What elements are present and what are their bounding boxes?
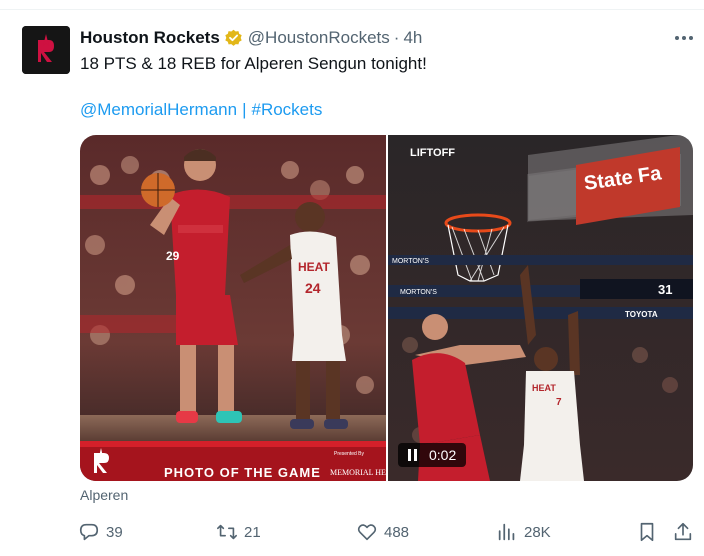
tweet-header: Houston Rockets @HoustonRockets · 4h <box>80 26 422 50</box>
video-duration: 0:02 <box>429 447 456 463</box>
views-icon <box>498 523 515 541</box>
reply-count: 39 <box>106 523 123 541</box>
retweet-icon <box>217 524 237 540</box>
media-caption: Alperen <box>80 487 129 503</box>
views-button[interactable]: 28K <box>496 520 551 544</box>
rockets-logo-icon <box>22 26 70 74</box>
like-count: 488 <box>384 523 410 541</box>
bookmark-icon <box>640 522 654 542</box>
author-handle[interactable]: @HoustonRockets <box>248 28 390 48</box>
tag-separator: | <box>242 100 247 119</box>
retweet-count: 21 <box>244 523 261 541</box>
share-icon <box>674 522 692 541</box>
video-timer[interactable]: 0:02 <box>398 443 466 467</box>
verified-badge-icon[interactable] <box>224 29 243 48</box>
tweet-text: 18 PTS & 18 REB for Alperen Sengun tonig… <box>80 54 427 73</box>
scoreboard-number: 31 <box>658 282 672 297</box>
sengun-jersey-number: 29 <box>166 249 180 263</box>
avatar[interactable] <box>22 26 70 74</box>
photo-banner-text: PHOTO OF THE GAME <box>164 465 321 480</box>
header-separator: · <box>393 28 400 47</box>
heart-icon <box>357 524 377 541</box>
toyota-ad-text: TOYOTA <box>625 310 658 319</box>
tweet-tags: @MemorialHermann | #Rockets <box>80 98 322 122</box>
views-count: 28K <box>524 523 551 541</box>
video-player[interactable]: State Fa MORTON'S MORTON'S 31 TOYOTA HEA… <box>388 135 693 481</box>
hashtag-link[interactable]: #Rockets <box>252 100 323 119</box>
share-button[interactable] <box>672 520 694 544</box>
top-divider <box>0 0 704 10</box>
action-bar: 39 21 488 28K <box>78 518 698 546</box>
more-icon[interactable] <box>672 28 696 48</box>
heat-jersey-number: 24 <box>305 280 321 296</box>
media-container: 29 HEAT 24 PHOTO OF THE GAME Presented B… <box>80 135 693 481</box>
heat-jersey-label: HEAT <box>298 260 330 274</box>
ribbon-ad-text-2: MORTON'S <box>400 289 437 296</box>
presented-by-text: Presented By <box>334 451 365 457</box>
like-button[interactable]: 488 <box>356 520 409 544</box>
video-heat-jersey-label: HEAT <box>532 383 556 393</box>
mention-link[interactable]: @MemorialHermann <box>80 100 237 119</box>
ribbon-ad-text-1: MORTON'S <box>392 258 429 265</box>
liftoff-watermark: LIFTOFF <box>410 147 455 159</box>
photo-of-the-game[interactable]: 29 HEAT 24 PHOTO OF THE GAME Presented B… <box>80 135 416 481</box>
tweet-timestamp[interactable]: 4h <box>403 28 422 48</box>
reply-button[interactable]: 39 <box>78 520 123 544</box>
bookmark-button[interactable] <box>636 520 658 544</box>
video-heat-jersey-number: 7 <box>556 397 562 408</box>
author-name[interactable]: Houston Rockets <box>80 28 220 48</box>
retweet-button[interactable]: 21 <box>216 520 261 544</box>
reply-icon <box>79 523 99 541</box>
